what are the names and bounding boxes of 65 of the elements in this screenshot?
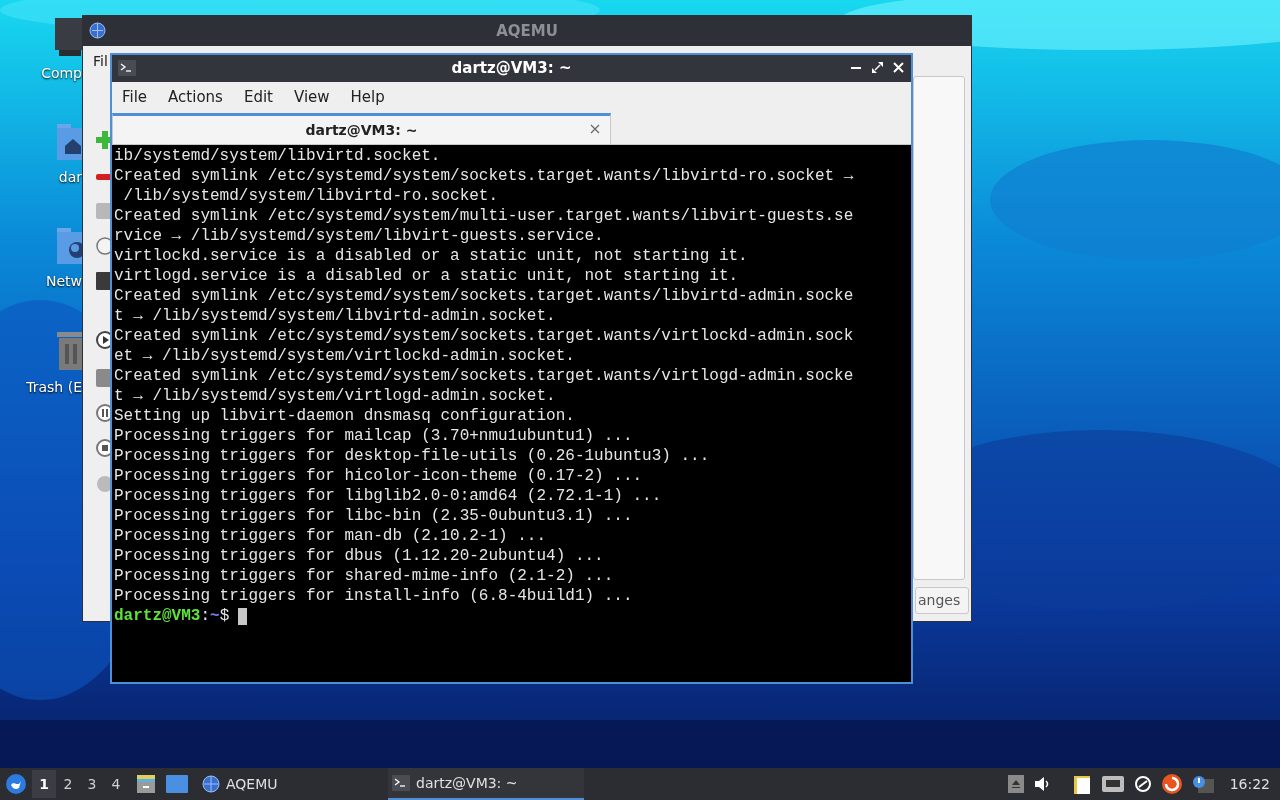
- taskbar-task[interactable]: AQEMU: [198, 768, 388, 800]
- terminal-line: ib/systemd/system/libvirtd.socket.: [114, 146, 441, 166]
- network-folder-icon[interactable]: [57, 228, 85, 264]
- menu-item[interactable]: File: [122, 85, 148, 109]
- prompt-path: ~: [210, 606, 220, 626]
- terminal-line: Created symlink /etc/systemd/system/sockets.target.wants/libvirtd-ro.socket →: [114, 166, 854, 186]
- close-tab-icon[interactable]: [590, 124, 600, 134]
- terminal-line: Created symlink /etc/systemd/system/sockets.target.wants/virtlockd-admin.sock: [114, 326, 854, 346]
- terminal-line: Setting up libvirt-daemon dnsmasq configuration.: [114, 406, 575, 426]
- close-icon[interactable]: [892, 60, 905, 75]
- terminal-line: Processing triggers for libglib2.0-0:amd64 (2.72.1-1) ...: [114, 486, 662, 506]
- terminal-line: t → /lib/systemd/system/libvirtd-admin.socket.: [114, 306, 556, 326]
- prompt-symbol: $: [219, 606, 230, 626]
- menu-item[interactable]: Fil: [93, 51, 108, 72]
- network-icon[interactable]: [1101, 776, 1124, 792]
- menu-item[interactable]: Help: [350, 85, 385, 109]
- eject-icon[interactable]: [1007, 775, 1024, 793]
- volume-icon[interactable]: [1033, 776, 1050, 792]
- terminal-line: Processing triggers for hicolor-icon-theme (0.17-2) ...: [114, 466, 643, 486]
- clock[interactable]: 16:22: [1229, 773, 1270, 795]
- terminal-line: et → /lib/systemd/system/virtlockd-admin.socket.: [114, 346, 575, 366]
- prompt-separator: :: [200, 606, 211, 626]
- desktop-icon-label[interactable]: Trash (E: [26, 380, 82, 394]
- workspace-button[interactable]: 4: [104, 770, 128, 798]
- terminal-line: Created symlink /etc/systemd/system/sockets.target.wants/virtlogd-admin.socke: [114, 366, 854, 386]
- terminal-line: Processing triggers for install-info (6.8-4build1) ...: [114, 586, 633, 606]
- notification-icon[interactable]: [1191, 775, 1214, 793]
- terminal-line: Processing triggers for man-db (2.10.2-1) ...: [114, 526, 547, 546]
- terminal-line: Processing triggers for desktop-file-utils (0.26-1ubuntu3) ...: [114, 446, 710, 466]
- terminal-icon: [392, 775, 410, 791]
- menu-item[interactable]: View: [293, 85, 330, 109]
- home-folder-icon[interactable]: [57, 124, 85, 160]
- window-title: dartz@VM3: ~: [451, 58, 572, 80]
- file-cabinet-icon[interactable]: [136, 774, 156, 794]
- text-cursor: [238, 607, 248, 625]
- maximize-icon[interactable]: [871, 60, 884, 75]
- terminal-line: Processing triggers for libc-bin (2.35-0ubuntu3.1) ...: [114, 506, 633, 526]
- clipboard-icon[interactable]: [1073, 774, 1092, 794]
- terminal-line: Processing triggers for dbus (1.12.20-2ubuntu4) ...: [114, 546, 604, 566]
- updater-icon[interactable]: [1161, 774, 1182, 794]
- menu-item[interactable]: Edit: [243, 85, 273, 109]
- terminal-line: virtlogd.service is a disabled or a static unit, not starting it.: [114, 266, 739, 286]
- desktop-icon-label[interactable]: Netw: [45, 274, 82, 288]
- workspace-button[interactable]: 1: [32, 770, 56, 798]
- window-title: AQEMU: [496, 20, 558, 42]
- globe-icon: [89, 22, 106, 39]
- terminal-line: virtlockd.service is a disabled or a static unit, not starting it.: [114, 246, 748, 266]
- menu-item[interactable]: Actions: [168, 85, 223, 109]
- terminal-line: Processing triggers for shared-mime-info (2.1-2) ...: [114, 566, 614, 586]
- workspace-button[interactable]: 3: [80, 770, 104, 798]
- terminal-line: t → /lib/systemd/system/virtlogd-admin.socket.: [114, 386, 556, 406]
- taskbar-task[interactable]: dartz@VM3: ~: [388, 768, 584, 800]
- start-menu-icon[interactable]: [6, 774, 26, 794]
- terminal-line: Created symlink /etc/systemd/system/sockets.target.wants/libvirtd-admin.socke: [114, 286, 854, 306]
- terminal-line: rvice → /lib/systemd/system/libvirt-guests.service.: [114, 226, 604, 246]
- prompt-user-host: dartz@VM3: [114, 606, 201, 626]
- terminal-icon: [118, 60, 136, 76]
- terminal-line: Created symlink /etc/systemd/system/multi-user.target.wants/libvirt-guests.se: [114, 206, 854, 226]
- terminal-tab[interactable]: dartz@VM3: ~: [112, 113, 611, 144]
- globe-icon: [202, 775, 220, 793]
- trash-icon[interactable]: [57, 332, 85, 370]
- apply-changes-button[interactable]: anges: [915, 587, 970, 614]
- workspace-button[interactable]: 2: [56, 770, 80, 798]
- terminal-line: /lib/systemd/system/libvirtd-ro.socket.: [122, 186, 499, 206]
- terminal-line: Processing triggers for mailcap (3.70+nmu1ubuntu1) ...: [114, 426, 633, 446]
